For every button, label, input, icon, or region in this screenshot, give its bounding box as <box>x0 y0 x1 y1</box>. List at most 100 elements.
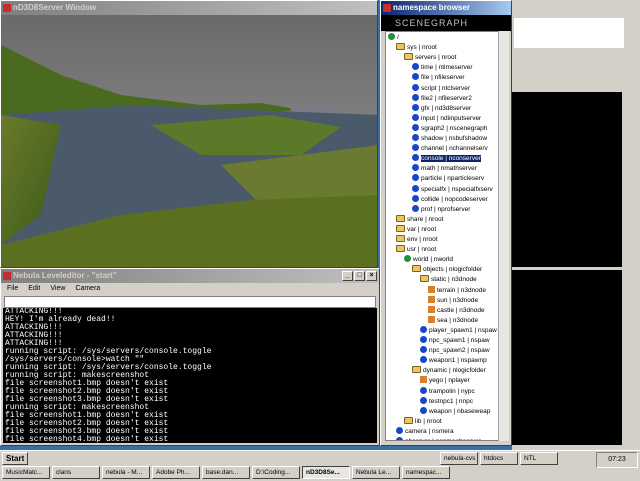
tree-node[interactable]: player_spawn1 | nspaw <box>420 325 497 336</box>
tree-node-label: gfx | nd3d8server <box>421 104 472 112</box>
tree-node[interactable]: particle | nparticleserv <box>412 174 484 184</box>
tree-node[interactable]: castle | n3dnode <box>428 305 485 316</box>
tree-node[interactable]: prof | nprofserver <box>412 204 471 215</box>
editor-titlebar[interactable]: Nebula Leveleditor - "start" _ □ × <box>1 269 379 283</box>
tree-node[interactable]: npc_spawn2 | nspaw <box>420 346 490 356</box>
scene-titlebar[interactable]: nD3D8Server Window <box>1 1 377 15</box>
menu-camera[interactable]: Camera <box>75 283 100 295</box>
taskbar-button[interactable]: Adobe Ph... <box>152 466 200 479</box>
nsb-titlebar[interactable]: namespace browser <box>381 1 511 15</box>
tree-node[interactable]: collide | nopcodeserver <box>412 194 488 205</box>
tree-node[interactable]: sys | nroot <box>396 43 437 53</box>
tree-node[interactable]: file2 | nfileserver2 <box>412 93 472 104</box>
command-input[interactable] <box>4 296 376 308</box>
tree-node[interactable]: time | ntimeserver <box>412 63 473 73</box>
menu-view[interactable]: View <box>50 283 65 295</box>
namespace-browser-window[interactable]: namespace browser SCENEGRAPH / sys | nroo… <box>380 0 512 446</box>
taskbar-button[interactable]: nebula-cvs <box>440 452 478 465</box>
start-button[interactable]: Start <box>2 452 29 465</box>
node-icon <box>396 426 403 434</box>
tree-node-label: shadow | nsbufshadow <box>421 135 488 142</box>
scene-window[interactable]: nD3D8Server Window <box>0 0 378 268</box>
bg-black-panel-2 <box>512 270 622 445</box>
tree-node-label: terrain | n3dnode <box>437 286 487 294</box>
node-icon <box>412 184 419 192</box>
node-icon <box>420 356 427 364</box>
tree-node-label: specialfx | nspecialfxserv <box>421 185 493 193</box>
tree-scrollbar[interactable] <box>498 31 509 441</box>
tree-node[interactable]: servers | nroot <box>404 53 456 63</box>
tree-node[interactable]: env | nroot <box>396 235 438 245</box>
taskbar-button[interactable]: clans <box>52 466 100 479</box>
tree-node-label: sgraph2 | nscenegraph <box>421 124 488 132</box>
app-icon <box>383 4 391 12</box>
folder-icon <box>412 265 421 273</box>
tree-node[interactable]: weapon1 | nspawnp <box>420 356 487 366</box>
minimize-button[interactable]: _ <box>342 271 353 281</box>
castle-object <box>291 105 331 111</box>
nsb-title: namespace browser <box>393 3 470 12</box>
taskbar-button[interactable]: namespac... <box>402 466 450 479</box>
3d-viewport[interactable] <box>1 15 378 268</box>
tree-node[interactable]: weapon | nbaseweap <box>420 406 491 417</box>
tree-node[interactable]: camera | nsmera <box>396 426 454 437</box>
tree-node[interactable]: trampolin | nypc <box>420 386 475 397</box>
tree-node[interactable]: objects | nlogicfolder <box>412 265 482 275</box>
menu-edit[interactable]: Edit <box>28 283 40 295</box>
tree-node[interactable]: input | ndiinputserver <box>412 113 481 124</box>
tree-node[interactable]: shadow | nsbufshadow <box>412 134 487 144</box>
tree-node[interactable]: math | nmathserver <box>412 164 477 174</box>
tree-node[interactable]: file | nfileserver <box>412 73 465 83</box>
tree-node[interactable]: terrain | n3dnode <box>428 285 487 296</box>
taskbar-button[interactable]: NTL <box>520 452 558 465</box>
tree-node[interactable]: npc_spawn1 | nspaw <box>420 336 490 346</box>
taskbar-button[interactable]: nD3D8Se... <box>302 466 350 479</box>
tree-node[interactable]: usr | nroot <box>396 245 436 255</box>
tree-node-label: static | n3dnode <box>431 276 477 284</box>
menu-file[interactable]: File <box>7 283 18 295</box>
tree-node[interactable]: / <box>388 33 399 43</box>
close-button[interactable]: × <box>366 271 377 281</box>
tree-node[interactable]: observer | ngameobserver <box>396 437 481 440</box>
node-icon <box>412 83 419 91</box>
taskbar-button[interactable]: MusicMatc... <box>2 466 50 479</box>
clock: 07:23 <box>596 452 638 468</box>
leveleditor-window[interactable]: Nebula Leveleditor - "start" _ □ × File … <box>0 268 380 446</box>
node-icon <box>412 134 419 141</box>
taskbar-button[interactable]: D:\Coding... <box>252 466 300 479</box>
tree-node[interactable]: script | ntclserver <box>412 83 470 94</box>
tree-node[interactable]: sun | n3dnode <box>428 295 478 306</box>
tree-node[interactable]: var | nroot <box>396 224 436 235</box>
tree-node[interactable]: console | nconserver <box>412 154 481 164</box>
globe-icon <box>404 255 411 263</box>
tree-node-label: weapon | nbaseweap <box>429 407 491 415</box>
tree-node-label: channel | nchannelserv <box>421 145 488 153</box>
tree-node-label: testnpc1 | nnpc <box>429 397 473 405</box>
tree-node-label: prof | nprofserver <box>421 205 471 213</box>
tree-node[interactable]: yego | nplayer <box>420 376 470 386</box>
taskbar-button[interactable]: nebula - M... <box>102 466 150 479</box>
scenegraph-tree[interactable]: / sys | nroot servers | nroot time | ntimes… <box>385 31 501 441</box>
tree-node[interactable]: testnpc1 | nnpc <box>420 396 473 407</box>
taskbar-button[interactable]: base.dan... <box>202 466 250 479</box>
tree-node[interactable]: gfx | nd3d8server <box>412 103 472 114</box>
taskbar-button[interactable]: Nebula Le... <box>352 466 400 479</box>
tree-node-label: trampolin | nypc <box>429 387 475 395</box>
tree-node-label: objects | nlogicfolder <box>423 266 483 274</box>
tree-node[interactable]: sea | n3dnode <box>428 315 478 326</box>
tree-node[interactable]: share | nroot <box>396 214 443 225</box>
tree-node[interactable]: specialfx | nspecialfxserv <box>412 184 493 195</box>
maximize-button[interactable]: □ <box>354 271 365 281</box>
tree-node[interactable]: sgraph2 | nscenegraph <box>412 123 488 134</box>
taskbar-button[interactable]: htdocs <box>480 452 518 465</box>
tree-node[interactable]: world | nworld <box>404 255 453 265</box>
tree-node[interactable]: dynamic | nlogicfolder <box>412 366 486 376</box>
tree-node[interactable]: lib | nroot <box>404 416 442 427</box>
tree-node-label: camera | nsmera <box>405 427 454 435</box>
node-icon <box>412 103 419 111</box>
tree-node-label: lib | nroot <box>415 417 442 425</box>
tree-node[interactable]: static | n3dnode <box>420 275 477 285</box>
tree-node-label: env | nroot <box>407 236 438 243</box>
node-icon <box>420 336 427 343</box>
tree-node[interactable]: channel | nchannelserv <box>412 144 488 154</box>
